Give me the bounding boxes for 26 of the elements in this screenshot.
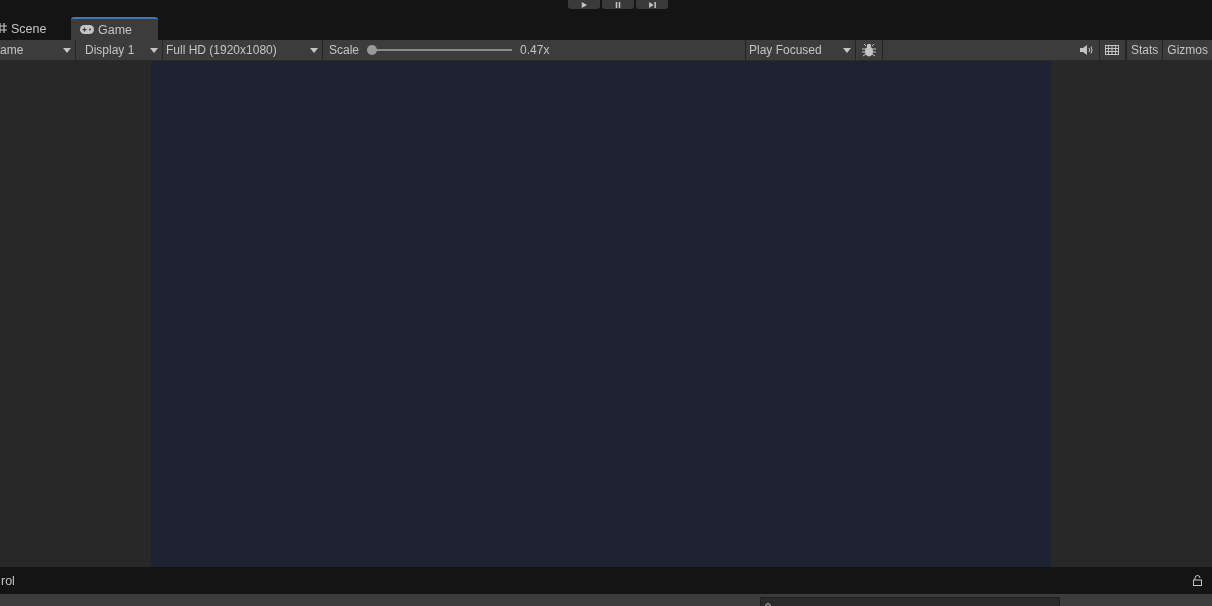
scale-label: Scale: [329, 43, 360, 58]
editor-tab[interactable]: Scene: [0, 17, 71, 41]
scale-reading: 0.47x: [520, 43, 550, 58]
keyboard-icon: [1105, 45, 1120, 56]
grid-icon: [0, 22, 7, 36]
gamepad-icon: [80, 25, 94, 35]
bug-icon: [862, 43, 876, 58]
play-button[interactable]: [568, 0, 600, 9]
step-icon: [647, 2, 657, 8]
slider-thumb[interactable]: [367, 45, 378, 56]
resolution-dropdown[interactable]: Full HD (1920x1080): [163, 40, 323, 61]
display-dropdown[interactable]: Display 1: [76, 40, 163, 61]
play-icon: [580, 2, 588, 8]
pause-button[interactable]: [602, 0, 634, 9]
panel-title: rol: [1, 573, 15, 588]
caret-icon: [843, 48, 851, 53]
view-dropdown[interactable]: ame: [0, 40, 76, 61]
speaker-icon: [1079, 45, 1093, 56]
caret-icon: [310, 48, 318, 53]
caret-icon: [150, 48, 158, 53]
pause-icon: [614, 2, 622, 8]
caret-icon: [63, 48, 71, 53]
lock-icon: [1193, 575, 1202, 587]
editor-tab[interactable]: Game: [71, 17, 158, 41]
search-field[interactable]: [760, 597, 1060, 606]
step-button[interactable]: [636, 0, 668, 9]
